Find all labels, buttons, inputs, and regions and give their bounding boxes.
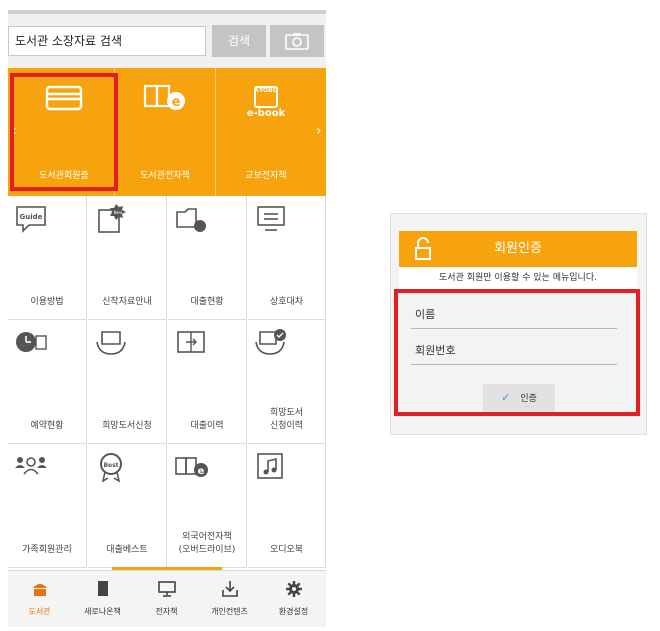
dialog-title: 회원인증 [494, 241, 542, 256]
nav-item-label: 개인컨텐츠 [211, 607, 248, 616]
banner-item-library-ebook[interactable]: e 도서관전자책 [115, 68, 215, 196]
svg-text:e: e [172, 95, 181, 110]
menu-item-label: 외국어전자책 (오버드라이브) [178, 532, 236, 555]
dialog-header: 회원인증 [399, 231, 637, 267]
request-history-icon [255, 329, 286, 355]
library-ebook-icon: e [143, 84, 185, 110]
nav-item-settings[interactable]: 환경설정 [262, 571, 325, 627]
bottom-nav: 도서관 새로나온책 전자책 개인컨텐츠 환경설정 [8, 570, 326, 627]
new-icon-text: New [114, 210, 123, 215]
nav-item-label: 새로나온책 [84, 607, 121, 616]
highlight-box [10, 73, 118, 191]
new-arrival-icon: New [98, 204, 126, 233]
menu-item-interlibrary-loan[interactable]: 상호대차 [248, 196, 326, 320]
menu-item-label: 이용방법 [30, 297, 64, 307]
menu-item-book-request[interactable]: 희망도서신청 [88, 320, 167, 444]
guide-bubble-icon: Guide [16, 206, 46, 233]
menu-item-family-members[interactable]: 가족회원관리 [8, 444, 87, 568]
search-input[interactable]: 도서관 소장자료 검색 [8, 26, 206, 56]
menu-item-label: 가족회원관리 [22, 545, 72, 555]
new-book-icon [97, 581, 108, 596]
banner-item-kyobo-ebook[interactable]: KYOBO e-book 교보전자책 [216, 68, 316, 196]
foreign-ebook-icon: e [175, 457, 208, 477]
menu-item-foreign-ebook[interactable]: e 외국어전자책 (오버드라이브) [168, 444, 247, 568]
nav-item-ebooks[interactable]: 전자책 [135, 571, 198, 627]
menu-item-label: 상호대차 [269, 297, 304, 307]
settings-gear-icon [285, 581, 302, 597]
loan-history-icon [177, 331, 205, 353]
ebook-badge-text: e-book [246, 107, 286, 119]
nav-item-new-books[interactable]: 새로나온책 [71, 571, 134, 627]
menu-grid: Guide 이용방법 New 신착자료안내 대출현황 상호대차 예약현황 희망도… [8, 196, 326, 568]
camera-button[interactable] [270, 25, 324, 57]
menu-item-label: 희망도서 신청이력 [269, 408, 304, 431]
kyobo-logo-text: KYOBO [254, 87, 278, 94]
menu-item-label: 대출현황 [190, 297, 224, 307]
search-button[interactable]: 검색 [212, 25, 266, 57]
audiobook-icon [257, 453, 283, 479]
banner-item-label: 도서관전자책 [140, 171, 190, 181]
menu-item-label: 대출베스트 [106, 545, 148, 555]
nav-item-label: 전자책 [155, 607, 178, 616]
interlibrary-loan-icon [257, 206, 285, 231]
banner-next-arrow[interactable]: › [316, 123, 322, 139]
personal-content-icon [221, 581, 238, 597]
svg-text:e: e [198, 466, 205, 477]
guide-icon-text: Guide [20, 213, 43, 221]
search-bar: 도서관 소장자료 검색 검색 [8, 14, 326, 68]
best-icon-text: Best [103, 462, 118, 469]
library-home-icon [32, 584, 47, 596]
menu-item-request-history[interactable]: 희망도서 신청이력 [248, 320, 326, 444]
nav-item-library[interactable]: 도서관 [8, 571, 71, 627]
monitor-icon [157, 581, 176, 597]
loan-status-icon [176, 208, 206, 232]
best-medal-icon: Best [100, 453, 122, 482]
book-request-hands-icon [96, 331, 126, 355]
nav-item-personal-content[interactable]: 개인컨텐츠 [198, 571, 261, 627]
library-app-screen: 도서관 소장자료 검색 검색 ‹ › 도서관회원증 e 도서관전자책 KYOBO… [8, 10, 326, 627]
camera-icon [285, 33, 309, 50]
reservation-clock-icon [16, 332, 47, 352]
banner-item-label: 교보전자책 [245, 171, 287, 181]
menu-item-label: 오디오북 [269, 545, 304, 555]
nav-item-label: 환경설정 [278, 607, 309, 616]
menu-item-audiobook[interactable]: 오디오북 [248, 444, 326, 568]
menu-item-new-arrivals[interactable]: New 신착자료안내 [88, 196, 167, 320]
menu-item-loan-status[interactable]: 대출현황 [168, 196, 247, 320]
nav-item-label: 도서관 [28, 607, 51, 616]
menu-item-label: 예약현황 [30, 421, 64, 431]
menu-item-loan-best[interactable]: Best 대출베스트 [88, 444, 167, 568]
menu-item-loan-history[interactable]: 대출이력 [168, 320, 247, 444]
family-members-icon [15, 457, 47, 475]
menu-item-usage-guide[interactable]: Guide 이용방법 [8, 196, 87, 320]
menu-item-label: 희망도서신청 [102, 421, 152, 431]
highlight-box [394, 289, 640, 416]
menu-item-reservation-status[interactable]: 예약현황 [8, 320, 87, 444]
dialog-notice: 도서관 회원만 이용할 수 있는 메뉴입니다. [399, 267, 637, 289]
menu-item-label: 대출이력 [190, 421, 224, 431]
menu-item-label: 신착자료안내 [102, 297, 152, 307]
